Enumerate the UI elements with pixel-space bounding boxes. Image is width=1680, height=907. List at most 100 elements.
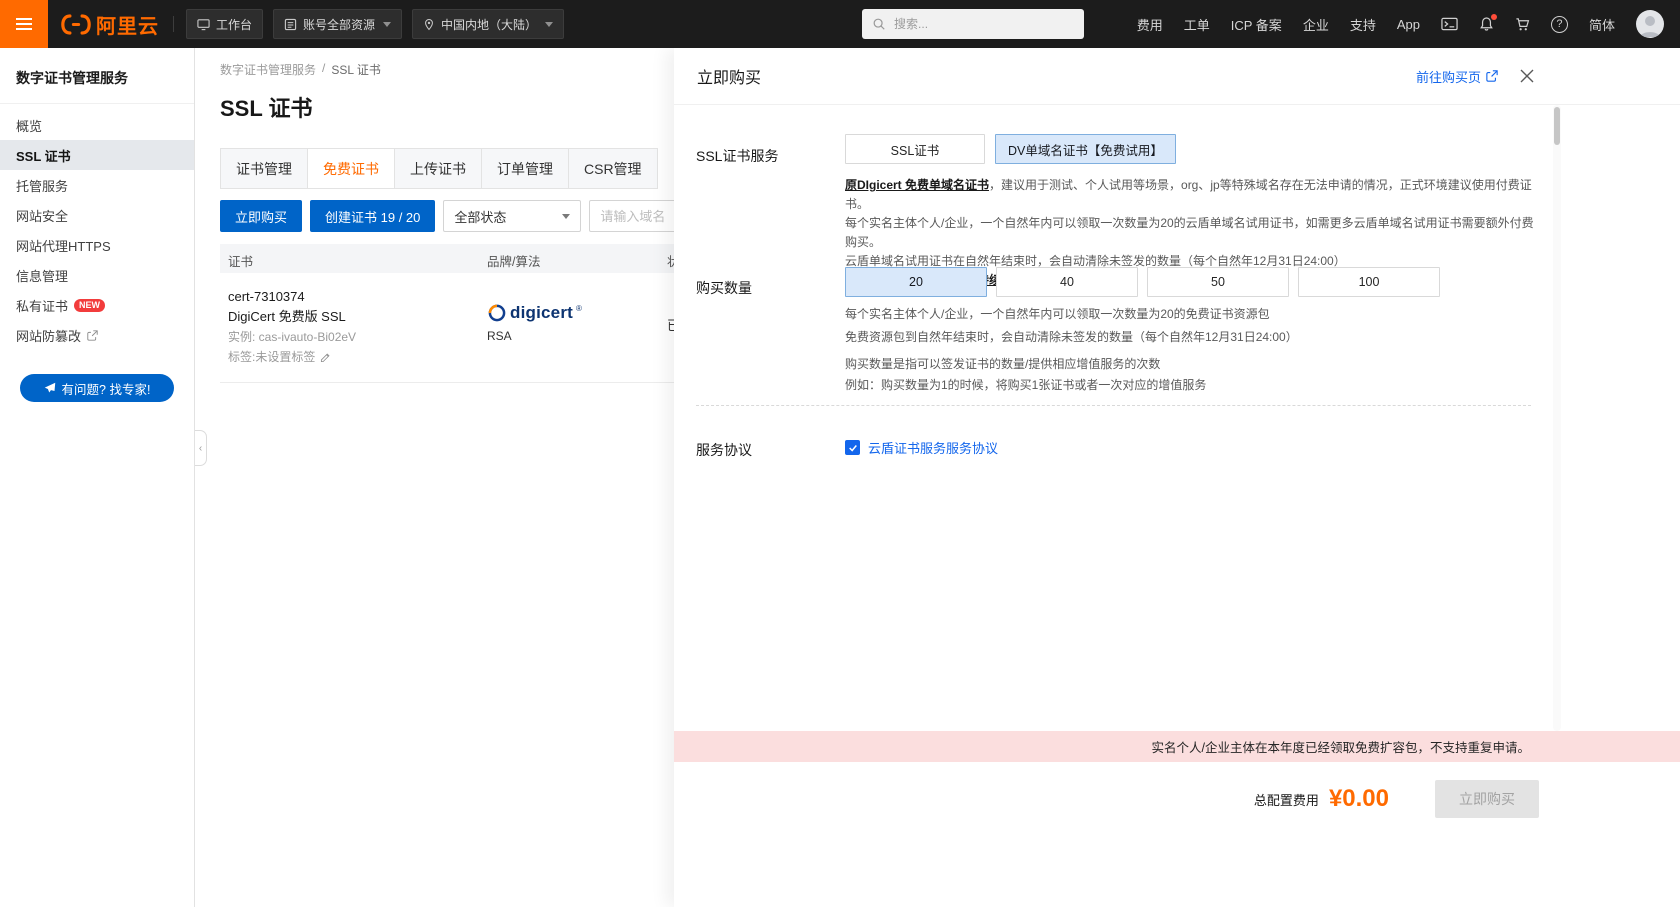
chevron-down-icon [545,22,553,27]
buy-now-button[interactable]: 立即购买 [220,200,302,232]
certificate-instance: 实例: cas-ivauto-Bi02eV [228,327,356,347]
user-icon [1636,10,1664,38]
drawer-buy-now-button[interactable]: 立即购买 [1435,780,1539,818]
ask-expert-button[interactable]: 有问题? 找专家! [20,374,174,402]
drawer-footer: 总配置费用 ¥0.00 立即购买 [674,762,1680,907]
sidebar-item-label: 托管服务 [16,176,68,195]
close-drawer-button[interactable] [1520,69,1534,83]
quota-notice-bar: 实名个人/企业主体在本年度已经领取免费扩容包，不支持重复申请。 [674,731,1680,762]
sidebar-item-anti-tampering[interactable]: 网站防篡改 [0,320,194,350]
sidebar-item-managed-service[interactable]: 托管服务 [0,170,194,200]
workbench-icon [197,18,210,31]
total-fee-label: 总配置费用 [1254,790,1319,809]
tag-label: 标签:未设置标签 [228,347,315,367]
aliyun-logo-icon [60,13,92,36]
tab-csr-management[interactable]: CSR管理 [568,148,658,189]
breadcrumb: 数字证书管理服务 / SSL 证书 [220,61,381,78]
location-pin-icon [423,18,435,31]
sidebar-item-ssl-certificates[interactable]: SSL 证书 [0,140,194,170]
region-dropdown[interactable]: 中国内地（大陆） [412,9,564,39]
certificate-tag: 标签:未设置标签 [228,347,356,367]
sidebar-item-https-proxy[interactable]: 网站代理HTTPS [0,230,194,260]
quantity-label: 购买数量 [696,278,752,298]
tab-free-certificates[interactable]: 免费证书 [307,148,395,189]
notifications-button[interactable] [1479,16,1494,32]
nav-link-app[interactable]: App [1397,17,1420,32]
terminal-icon [1441,17,1458,31]
chevron-down-icon [562,214,570,219]
aliyun-logo[interactable]: 阿里云 [48,10,173,39]
external-link-icon [1486,70,1498,82]
column-header-brand-algorithm: 品牌/算法 [487,251,540,270]
avatar[interactable] [1636,10,1664,38]
breadcrumb-current: SSL 证书 [331,61,381,78]
nav-divider [173,16,174,32]
scrollbar-thumb[interactable] [1554,107,1560,145]
agreement-label: 服务协议 [696,440,752,460]
quantity-note-3: 购买数量是指可以签发证书的数量/提供相应增值服务的次数 [845,355,1298,373]
sidebar-item-info-management[interactable]: 信息管理 [0,260,194,290]
goto-purchase-page-label: 前往购买页 [1416,67,1481,86]
total-fee-price: ¥0.00 [1329,785,1389,813]
status-filter-value: 全部状态 [454,207,506,226]
dashed-divider [696,405,1531,406]
drawer-header: 立即购买 前往购买页 [674,48,1680,105]
ask-expert-label: 有问题? 找专家! [62,379,151,398]
sidebar-item-website-security[interactable]: 网站安全 [0,200,194,230]
resource-icon [284,18,297,31]
cart-button[interactable] [1515,17,1530,32]
nav-right-links: 费用 工单 ICP 备案 企业 支持 App [1137,10,1680,38]
status-filter-select[interactable]: 全部状态 [443,200,581,232]
sidebar-collapse-handle[interactable]: ‹ [195,430,207,466]
agreement-checkbox[interactable] [845,440,860,455]
option-ssl-certificate[interactable]: SSL证书 [845,134,985,164]
tab-order-management[interactable]: 订单管理 [481,148,569,189]
drawer-scrollbar [1553,105,1561,731]
digicert-logo: digicert ® [487,303,582,323]
quantity-option-20[interactable]: 20 [845,267,987,297]
quantity-note-2: 免费资源包到自然年结束时，会自动清除未签发的数量（每个自然年12月31日24:0… [845,328,1298,346]
region-label: 中国内地（大陆） [441,16,537,33]
edit-tag-icon[interactable] [320,352,331,363]
global-search[interactable] [862,9,1084,39]
hamburger-icon [16,23,32,25]
quantity-options: 20 40 50 100 [845,267,1440,297]
tab-bar: 证书管理 免费证书 上传证书 订单管理 CSR管理 [220,148,658,189]
quantity-option-50[interactable]: 50 [1147,267,1289,297]
quota-notice-text: 实名个人/企业主体在本年度已经领取免费扩容包，不支持重复申请。 [1152,737,1530,756]
cloudshell-button[interactable] [1441,17,1458,31]
nav-link-billing[interactable]: 费用 [1137,15,1163,34]
breadcrumb-parent[interactable]: 数字证书管理服务 [220,61,316,78]
quantity-option-100[interactable]: 100 [1298,267,1440,297]
resource-scope-dropdown[interactable]: 账号全部资源 [273,9,402,39]
sidebar-item-label: 概览 [16,116,42,135]
sidebar-item-label: 网站防篡改 [16,326,81,345]
nav-link-tickets[interactable]: 工单 [1184,15,1210,34]
agreement-control: 云盾证书服务服务协议 [845,438,998,457]
notification-dot [1491,14,1497,20]
sidebar-item-label: SSL 证书 [16,146,71,165]
hamburger-menu-button[interactable] [0,0,48,48]
quantity-option-40[interactable]: 40 [996,267,1138,297]
quantity-note-4: 例如：购买数量为1的时候，将购买1张证书或者一次对应的增值服务 [845,376,1298,394]
sidebar-title: 数字证书管理服务 [0,48,194,104]
option-dv-free-trial[interactable]: DV单域名证书【免费试用】 [995,134,1176,164]
tab-cert-management[interactable]: 证书管理 [220,148,308,189]
service-agreement-link[interactable]: 云盾证书服务服务协议 [868,438,998,457]
language-switcher[interactable]: 简体 [1589,15,1615,34]
tab-upload-certificate[interactable]: 上传证书 [394,148,482,189]
goto-purchase-page-link[interactable]: 前往购买页 [1416,67,1498,86]
digicert-wordmark: digicert [510,303,573,323]
nav-link-icp[interactable]: ICP 备案 [1231,15,1282,34]
digicert-free-cert-link[interactable]: 原DIgicert 免费单域名证书 [845,178,989,192]
workbench-button[interactable]: 工作台 [186,9,263,39]
console-screen: 阿里云 工作台 账号全部资源 中国内地（大陆） [0,0,1680,907]
sidebar-item-overview[interactable]: 概览 [0,110,194,140]
certificate-product: DigiCert 免费版 SSL [228,307,356,327]
help-button[interactable]: ? [1551,16,1568,33]
sidebar-item-private-ca[interactable]: 私有证书 NEW [0,290,194,320]
create-certificate-button[interactable]: 创建证书 19 / 20 [310,200,435,232]
nav-link-support[interactable]: 支持 [1350,15,1376,34]
nav-link-enterprise[interactable]: 企业 [1303,15,1329,34]
search-input[interactable] [894,17,1074,31]
